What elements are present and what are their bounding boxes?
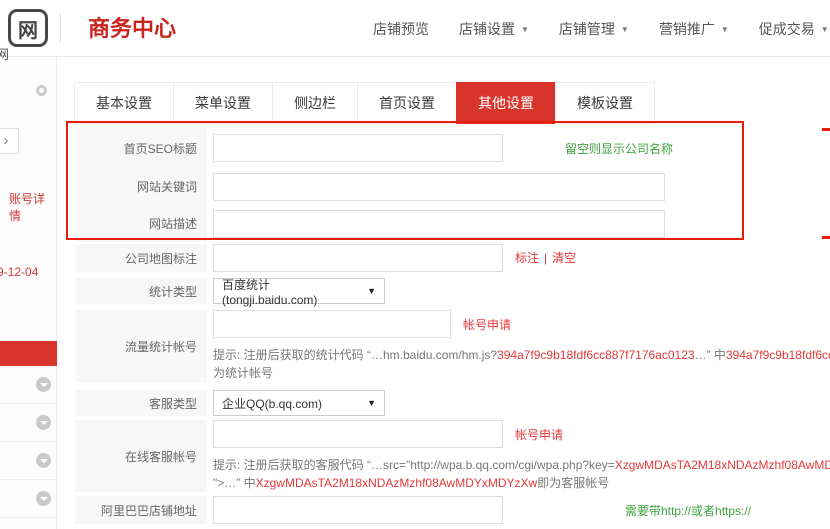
tab-basic-settings[interactable]: 基本设置 bbox=[74, 82, 174, 124]
map-clear-link[interactable]: 清空 bbox=[552, 251, 576, 265]
sidebar-active-bar[interactable] bbox=[0, 341, 57, 366]
sidebar-row[interactable] bbox=[0, 366, 57, 404]
chevron-circle-icon bbox=[36, 491, 51, 506]
field-label: 首页SEO标题 bbox=[75, 128, 207, 168]
tab-menu-settings[interactable]: 菜单设置 bbox=[173, 82, 273, 124]
service-type-select[interactable]: 企业QQ(b.qq.com) ▼ bbox=[213, 390, 385, 416]
form-row-alibaba-url: 阿里巴巴店铺地址 需要带http://或者https:// bbox=[75, 496, 830, 524]
form-row-service-type: 客服类型 企业QQ(b.qq.com) ▼ bbox=[75, 390, 830, 416]
nav-item-store-preview[interactable]: 店铺预览 bbox=[373, 19, 429, 39]
stats-account-input[interactable] bbox=[213, 310, 451, 338]
chevron-circle-icon bbox=[36, 453, 51, 468]
site-logo[interactable]: 网 bbox=[8, 9, 48, 47]
alibaba-url-hint: 需要带http://或者https:// bbox=[625, 502, 751, 519]
service-account-input[interactable] bbox=[213, 420, 503, 448]
keywords-input[interactable] bbox=[213, 173, 665, 201]
form-row-keywords: 网站关键词 bbox=[75, 168, 830, 205]
chevron-down-icon: ▼ bbox=[821, 25, 829, 34]
chevron-down-icon: ▼ bbox=[367, 286, 376, 296]
service-account-hint-line2: ">…” 中XzgwMDAsTA2M18xNDAzMzhf08AwMDYxMDY… bbox=[213, 474, 830, 492]
header-divider bbox=[60, 13, 61, 43]
chevron-down-icon: ▼ bbox=[521, 25, 529, 34]
stats-account-hint-line2: 为统计帐号 bbox=[213, 364, 830, 382]
left-sidebar: › 账号详情 9-12-04 bbox=[0, 57, 57, 529]
annotation-edge-mark bbox=[822, 128, 830, 131]
description-input[interactable] bbox=[213, 210, 665, 238]
stats-type-select[interactable]: 百度统计(tongji.baidu.com) ▼ bbox=[213, 278, 385, 304]
field-label: 客服类型 bbox=[75, 390, 207, 416]
chevron-down-icon: ▼ bbox=[721, 25, 729, 34]
form-row-stats-account: 流量统计帐号 帐号申请 提示: 注册后获取的统计代码 “…hm.baidu.co… bbox=[75, 310, 830, 382]
main-content: 基本设置 菜单设置 侧边栏 首页设置 其他设置 模板设置 首页SEO标题 留空则… bbox=[58, 57, 830, 529]
field-label: 统计类型 bbox=[75, 278, 207, 304]
service-account-hint-line1: 提示: 注册后获取的客服代码 “…src="http://wpa.b.qq.co… bbox=[213, 456, 830, 474]
nav-item-deals[interactable]: 促成交易▼ bbox=[759, 19, 829, 39]
form-row-seo-title: 首页SEO标题 留空则显示公司名称 bbox=[75, 128, 830, 168]
seo-title-hint: 留空则显示公司名称 bbox=[565, 140, 673, 157]
service-account-apply-link[interactable]: 帐号申请 bbox=[515, 426, 563, 443]
form-row-map-marker: 公司地图标注 标注 | 清空 bbox=[75, 244, 830, 272]
service-type-value: 企业QQ(b.qq.com) bbox=[222, 395, 322, 412]
gear-icon[interactable] bbox=[36, 85, 47, 96]
account-detail-link[interactable]: 账号详情 bbox=[9, 190, 56, 224]
sidebar-row[interactable] bbox=[0, 480, 57, 518]
link-separator: | bbox=[544, 251, 547, 265]
form-row-service-account: 在线客服帐号 帐号申请 提示: 注册后获取的客服代码 “…src="http:/… bbox=[75, 420, 830, 492]
stats-code-text: 394a7f9c9b18fdf6cc887f7176ac0123 bbox=[497, 348, 695, 362]
field-label: 阿里巴巴店铺地址 bbox=[75, 496, 207, 524]
stats-account-hint-line1: 提示: 注册后获取的统计代码 “…hm.baidu.com/hm.js?394a… bbox=[213, 346, 830, 364]
nav-item-marketing[interactable]: 营销推广▼ bbox=[659, 19, 729, 39]
page-title: 商务中心 bbox=[88, 0, 176, 57]
sidebar-collapse-button[interactable]: › bbox=[0, 128, 19, 154]
service-key-text: XzgwMDAsTA2M18xNDAzMzhf08AwMDYxMDYzXw bbox=[615, 458, 830, 472]
chevron-circle-icon bbox=[36, 377, 51, 392]
map-marker-input[interactable] bbox=[213, 244, 503, 272]
field-label: 公司地图标注 bbox=[75, 244, 207, 272]
sidebar-row[interactable] bbox=[0, 404, 57, 442]
tab-home-settings[interactable]: 首页设置 bbox=[357, 82, 457, 124]
stats-code-text: 394a7f9c9b18fdf6cc887f7176ac0123 bbox=[726, 348, 830, 362]
tab-template-settings[interactable]: 模板设置 bbox=[555, 82, 655, 124]
sidebar-row[interactable] bbox=[0, 442, 57, 480]
stats-account-apply-link[interactable]: 帐号申请 bbox=[463, 316, 511, 333]
chevron-circle-icon bbox=[36, 415, 51, 430]
alibaba-url-input[interactable] bbox=[213, 496, 503, 524]
tab-other-settings[interactable]: 其他设置 bbox=[456, 82, 556, 124]
sidebar-row-list bbox=[0, 366, 57, 518]
field-label: 流量统计帐号 bbox=[75, 310, 207, 382]
tab-sidebar-settings[interactable]: 侧边栏 bbox=[272, 82, 358, 124]
field-label: 网站描述 bbox=[75, 205, 207, 242]
logo-sub-glyph: 网 bbox=[0, 44, 9, 63]
nav-item-store-settings[interactable]: 店铺设置▼ bbox=[459, 19, 529, 39]
other-settings-form: 首页SEO标题 留空则显示公司名称 网站关键词 网站描述 公司地图标注 bbox=[75, 128, 830, 524]
map-annotate-link[interactable]: 标注 bbox=[515, 251, 539, 265]
field-label: 在线客服帐号 bbox=[75, 420, 207, 492]
expiry-date-text: 9-12-04 bbox=[0, 265, 38, 279]
chevron-down-icon: ▼ bbox=[621, 25, 629, 34]
top-nav: 店铺预览 店铺设置▼ 店铺管理▼ 营销推广▼ 促成交易▼ 账 bbox=[373, 0, 830, 57]
chevron-down-icon: ▼ bbox=[367, 398, 376, 408]
annotation-edge-mark bbox=[822, 236, 830, 239]
nav-item-store-manage[interactable]: 店铺管理▼ bbox=[559, 19, 629, 39]
top-header: 网 网 商务中心 店铺预览 店铺设置▼ 店铺管理▼ 营销推广▼ 促成交易▼ 账 bbox=[0, 0, 830, 57]
form-row-stats-type: 统计类型 百度统计(tongji.baidu.com) ▼ bbox=[75, 278, 830, 304]
form-row-description: 网站描述 bbox=[75, 205, 830, 242]
settings-tabs: 基本设置 菜单设置 侧边栏 首页设置 其他设置 模板设置 bbox=[75, 82, 830, 124]
stats-type-value: 百度统计(tongji.baidu.com) bbox=[222, 276, 357, 307]
logo-glyph: 网 bbox=[18, 14, 38, 43]
field-label: 网站关键词 bbox=[75, 168, 207, 205]
seo-title-input[interactable] bbox=[213, 134, 503, 162]
service-key-text: XzgwMDAsTA2M18xNDAzMzhf08AwMDYxMDYzXw bbox=[256, 476, 538, 490]
